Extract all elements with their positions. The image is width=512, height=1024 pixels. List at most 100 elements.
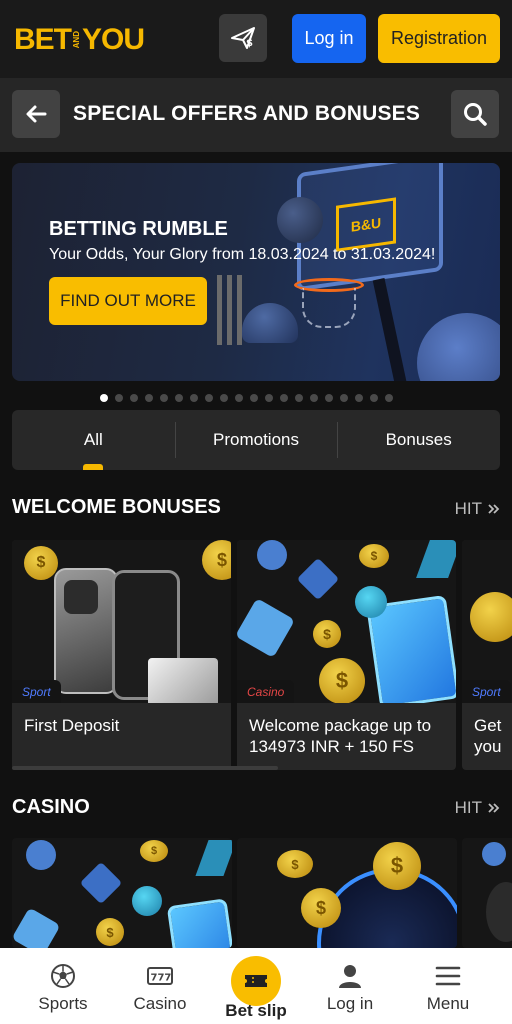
slot-777-icon: 777	[147, 967, 173, 985]
registration-button[interactable]: Registration	[378, 14, 500, 63]
pagination-dot[interactable]	[355, 394, 363, 402]
casino-card[interactable]	[462, 838, 512, 948]
filter-tabs: All Promotions Bonuses	[12, 410, 500, 470]
pagination-dot[interactable]	[235, 394, 243, 402]
coin-graphic: $	[373, 842, 421, 890]
promo-banner[interactable]: B&U BETTING RUMBLE Your Odds, Your Glory…	[12, 163, 500, 381]
soccer-ball-icon	[51, 964, 75, 988]
card-image-third	[462, 540, 512, 703]
welcome-bonuses-title: WELCOME BONUSES	[12, 496, 221, 518]
pagination-dot[interactable]	[205, 394, 213, 402]
pagination-dot[interactable]	[370, 394, 378, 402]
bonus-card-welcome-package[interactable]: $ $ $ Casino Welcome package up to 13497…	[237, 540, 456, 770]
hoop-net-graphic	[302, 288, 356, 328]
carousel-scrollbar[interactable]	[12, 766, 278, 770]
nav-betslip-label[interactable]: Bet slip	[206, 1001, 306, 1021]
logo-and: AND	[72, 31, 81, 48]
chip-graphic	[132, 886, 162, 916]
search-button[interactable]	[451, 90, 499, 138]
cherry-graphic	[482, 842, 506, 866]
ribbon-graphic	[195, 840, 232, 876]
coin-graphic: $	[202, 540, 231, 580]
nav-casino[interactable]: 777 Casino	[110, 948, 210, 1024]
card-title: First Deposit	[24, 716, 120, 735]
login-button[interactable]: Log in	[292, 14, 366, 63]
welcome-hit-link[interactable]: HIT	[455, 499, 500, 519]
nav-label: Menu	[426, 994, 470, 1013]
casino-card[interactable]: $ $ $	[237, 838, 457, 948]
chip-graphic	[355, 586, 387, 618]
card-image-casino: $ $ $	[237, 540, 456, 703]
pagination-dot[interactable]	[130, 394, 138, 402]
pagination-dot[interactable]	[325, 394, 333, 402]
pagination-dot[interactable]	[190, 394, 198, 402]
tab-bonuses[interactable]: Bonuses	[337, 410, 500, 470]
svg-text:$: $	[246, 38, 253, 49]
card-tag-sport: Sport	[12, 680, 61, 703]
page-title: SPECIAL OFFERS AND BONUSES	[73, 102, 421, 125]
nav-label: Casino	[133, 994, 187, 1013]
casino-hit-link[interactable]: HIT	[455, 798, 500, 818]
nav-icon-wrap: 777	[147, 962, 173, 990]
hamburger-menu-icon	[435, 966, 461, 986]
pagination-dot[interactable]	[250, 394, 258, 402]
double-chevron-right-icon	[488, 504, 500, 514]
coin-graphic: $	[313, 620, 341, 648]
helmet-graphic	[242, 303, 298, 343]
active-tab-indicator	[83, 464, 103, 470]
pagination-dot[interactable]	[175, 394, 183, 402]
hit-label: HIT	[454, 499, 482, 518]
bonus-card-third[interactable]: Sport Get you	[462, 540, 512, 770]
banner-pagination	[100, 394, 393, 402]
coin-graphic: $	[96, 918, 124, 946]
double-chevron-right-icon	[488, 803, 500, 813]
pagination-dot[interactable]	[265, 394, 273, 402]
pagination-dot[interactable]	[115, 394, 123, 402]
nav-betslip[interactable]	[231, 956, 281, 1006]
ribbon-graphic	[416, 540, 456, 578]
title-bar: SPECIAL OFFERS AND BONUSES	[0, 78, 512, 152]
pagination-dot[interactable]	[160, 394, 168, 402]
brand-logo[interactable]: BET AND YOU	[14, 22, 145, 58]
spade-graphic	[296, 557, 340, 601]
dark-graphic	[486, 882, 512, 942]
logo-and-text: AND	[72, 31, 81, 49]
backboard-logo: B&U	[336, 197, 396, 252]
tab-promotions[interactable]: Promotions	[174, 410, 338, 470]
svg-text:777: 777	[151, 973, 172, 984]
volleyball-graphic	[277, 197, 323, 243]
coin-graphic: $	[24, 546, 58, 580]
pagination-dot[interactable]	[340, 394, 348, 402]
back-button[interactable]	[12, 90, 60, 138]
promo-button[interactable]: $	[219, 14, 267, 62]
card-title: Get you	[474, 716, 502, 756]
banner-subtitle: Your Odds, Your Glory from 18.03.2024 to…	[49, 246, 436, 263]
pagination-dot[interactable]	[220, 394, 228, 402]
nav-icon-wrap	[435, 962, 461, 990]
nav-menu[interactable]: Menu	[398, 948, 498, 1024]
horseshoe-graphic	[237, 597, 296, 659]
banner-title: BETTING RUMBLE	[49, 218, 228, 240]
pagination-dot[interactable]	[280, 394, 288, 402]
spade-graphic	[79, 861, 123, 905]
coin-graphic	[470, 592, 512, 642]
find-out-more-button[interactable]: FIND OUT MORE	[49, 277, 207, 325]
paper-plane-dollar-icon: $	[231, 27, 255, 49]
tab-all[interactable]: All	[12, 410, 175, 470]
cherry-graphic	[257, 540, 287, 570]
cherry-graphic	[26, 840, 56, 870]
pagination-dot[interactable]	[145, 394, 153, 402]
nav-sports[interactable]: Sports	[13, 948, 113, 1024]
camera-module-graphic	[64, 580, 98, 614]
pagination-dot[interactable]	[295, 394, 303, 402]
coin-graphic: $	[140, 840, 168, 862]
casino-card[interactable]: $ $	[12, 838, 232, 948]
pagination-dot[interactable]	[310, 394, 318, 402]
nav-icon-wrap	[337, 962, 363, 990]
coin-graphic: $	[301, 888, 341, 928]
pagination-dot[interactable]	[385, 394, 393, 402]
nav-login[interactable]: Log in	[300, 948, 400, 1024]
pagination-dot[interactable]	[100, 394, 108, 402]
coin-graphic: $	[319, 658, 365, 703]
bonus-card-first-deposit[interactable]: $ $ Sport First Deposit	[12, 540, 231, 770]
